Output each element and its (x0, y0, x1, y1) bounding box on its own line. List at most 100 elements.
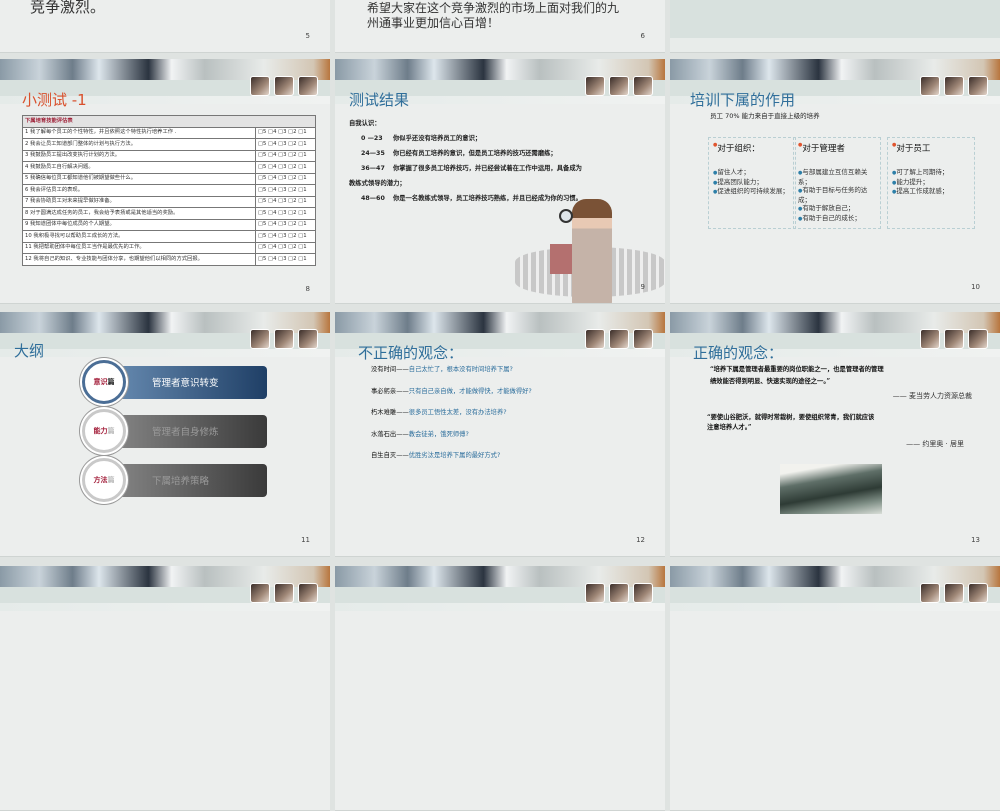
slide-16[interactable] (670, 566, 1000, 811)
score-range: 48—60 (361, 195, 385, 202)
misconception-item: 事必躬亲——只有自己亲自做，才能做得快，才能做得好? (371, 386, 532, 395)
rating-options[interactable]: □5 □4 □3 □2 □1 (255, 172, 316, 185)
quote-1: “培养下属是管理者最重要的岗位职能之一，也是管理者的管理 绩效能否得到明显、快速… (710, 364, 884, 388)
bullet-item: 有助于目标与任务的达成； (798, 186, 876, 204)
question-cell: 3 我鼓励员工提出改变执行计划的方法。 (22, 149, 256, 162)
badge-tag: 方法 (93, 476, 108, 484)
slide-title: 小测试 -1 (22, 91, 87, 109)
rating-options[interactable]: □5 □4 □3 □2 □1 (255, 184, 316, 197)
score-range: 36—47 (361, 165, 385, 172)
result-item: 36—47 你掌握了很多员工培养技巧，并已经尝试着在工作中运用，具备成为 (349, 161, 582, 176)
rating-options[interactable]: □5 □4 □3 □2 □1 (255, 149, 316, 162)
slide-12[interactable]: 不正确的观念： 没有时间——自己太忙了，根本没有时间培养下属? 事必躬亲——只有自… (335, 312, 665, 557)
page-number: 13 (971, 536, 980, 544)
page-number: 10 (971, 283, 980, 291)
slide-11[interactable]: 大纲 管理者意识转变 意识篇 管理者自身修炼 能力篇 下属培养策略 方法篇 11 (0, 312, 330, 557)
outline-badge: 意识篇 (82, 360, 126, 404)
question-cell: 2 我会让员工知道部门整体的计划与执行方法。 (22, 138, 256, 151)
page-number: 12 (636, 536, 645, 544)
table-row: 3 我鼓励员工提出改变执行计划的方法。 □5 □4 □3 □2 □1 (22, 149, 316, 162)
page-number: 9 (640, 283, 645, 291)
slide-6[interactable]: 希望大家在这个竞争激烈的市场上面对我们的九 州通事业更加信心百增！ 6 (335, 0, 665, 53)
misconception-item: 自生自灭——优胜劣汰是培养下属的最好方式? (371, 450, 500, 459)
question-cell: 7 我会协助员工对未来提早做好准备。 (22, 195, 256, 208)
rating-options[interactable]: □5 □4 □3 □2 □1 (255, 253, 316, 266)
red-folder (550, 244, 574, 274)
misconception-text: 很多员工悟性太差，没有办法培养? (408, 409, 507, 416)
bullet-item: 可了解上司期待； (892, 168, 970, 178)
slide-9[interactable]: 测试结果 自我认识： 0 —23 你似乎还没有培养员工的意识； 24—35 你已经有员… (335, 59, 665, 304)
result-item: 教练式领导的潜力； (349, 176, 582, 191)
question-cell: 5 我确信每位员工都知道他们被期望做些什么。 (22, 172, 256, 185)
result-list: 自我认识： 0 —23 你似乎还没有培养员工的意识； 24—35 你已经有员工培养的意… (349, 116, 582, 206)
slide-7[interactable] (670, 0, 1000, 53)
outline-item-3[interactable]: 下属培养策略 (104, 464, 267, 497)
result-text: 你掌握了很多员工培养技巧，并已经尝试着在工作中运用，具备成为 (393, 165, 582, 172)
table-row: 8 对于圆满达成任务的员工，我会给予表扬或是其他适当的奖励。 □5 □4 □3 □… (22, 207, 316, 220)
slide-8[interactable]: 小测试 -1 下属培育技能评估表 1 我了解每个员工的个性特性，并且依照这个特性执… (0, 59, 330, 304)
quote-line: “培养下属是管理者最重要的岗位职能之一，也是管理者的管理 (710, 366, 884, 373)
page-number: 8 (305, 285, 310, 293)
photo-thumbnails (250, 76, 318, 96)
misconception-term: 自生自灭—— (371, 452, 409, 459)
box-heading: 对于管理者 (798, 142, 876, 154)
outline-badge: 方法篇 (82, 458, 126, 502)
misconception-item: 没有时间——自己太忙了，根本没有时间培养下属? (371, 364, 513, 373)
photo-thumbnails (585, 76, 653, 96)
bullet-item: 促进组织的可持续发展； (713, 187, 791, 197)
slide-text: 竞争激烈。 (30, 0, 106, 16)
rating-options[interactable]: □5 □4 □3 □2 □1 (255, 126, 316, 139)
rating-options[interactable]: □5 □4 □3 □2 □1 (255, 195, 316, 208)
rating-options[interactable]: □5 □4 □3 □2 □1 (255, 241, 316, 254)
outline-item-1[interactable]: 管理者意识转变 (104, 366, 267, 399)
photo-thumbnails (920, 329, 988, 349)
question-cell: 6 我会评估员工的表现。 (22, 184, 256, 197)
section-label: 自我认识： (349, 120, 381, 127)
slide-5[interactable]: 竞争激烈。 5 (0, 0, 330, 53)
table-row: 5 我确信每位员工都知道他们被期望做些什么。 □5 □4 □3 □2 □1 (22, 172, 316, 185)
question-cell: 11 我把帮助团体中每位员工当作是最优先的工作。 (22, 241, 256, 254)
outline-item-2[interactable]: 管理者自身修炼 (104, 415, 267, 448)
question-cell: 10 我积极寻找可以帮助员工成长的方法。 (22, 230, 256, 243)
table-row: 10 我积极寻找可以帮助员工成长的方法。 □5 □4 □3 □2 □1 (22, 230, 316, 243)
question-cell: 8 对于圆满达成任务的员工，我会给予表扬或是其他适当的奖励。 (22, 207, 256, 220)
misconception-item: 水落石出——教会徒弟，饿死师傅? (371, 429, 469, 438)
table-row: 9 我知道团体中每位成员的个人期望。 □5 □4 □3 □2 □1 (22, 218, 316, 231)
misconception-text: 只有自己亲自做，才能做得快，才能做得好? (408, 387, 532, 395)
rating-options[interactable]: □5 □4 □3 □2 □1 (255, 218, 316, 231)
misconception-text: 教会徒弟，饿死师傅? (408, 430, 469, 438)
slide-13[interactable]: 正确的观念： “培养下属是管理者最重要的岗位职能之一，也是管理者的管理 绩效能否… (670, 312, 1000, 557)
question-cell: 9 我知道团体中每位成员的个人期望。 (22, 218, 256, 231)
slide-text-line: 希望大家在这个竞争激烈的市场上面对我们的九 (367, 1, 620, 15)
rating-options[interactable]: □5 □4 □3 □2 □1 (255, 230, 316, 243)
score-range: 24—35 (361, 150, 385, 157)
slide-title: 正确的观念： (693, 344, 784, 362)
result-item: 0 —23 你似乎还没有培养员工的意识； (349, 131, 582, 146)
bullet-item: 与部属建立互信互赖关系； (798, 168, 876, 186)
slide-title: 培训下属的作用 (690, 91, 796, 109)
slide-10[interactable]: 培训下属的作用 员工 70% 能力来自于直接上级的培养 对于组织：留住人才；提高… (670, 59, 1000, 304)
outline-badge: 能力篇 (82, 409, 126, 453)
table-row: 2 我会让员工知道部门整体的计划与执行方法。 □5 □4 □3 □2 □1 (22, 138, 316, 151)
result-text: 你似乎还没有培养员工的意识； (393, 135, 482, 142)
bullet-item: 提高团队能力； (713, 178, 791, 188)
slide-14[interactable] (0, 566, 330, 811)
quote-line: 绩效能否得到明显、快速实现的途径之一。” (710, 378, 831, 385)
rating-options[interactable]: □5 □4 □3 □2 □1 (255, 207, 316, 220)
rating-options[interactable]: □5 □4 □3 □2 □1 (255, 161, 316, 174)
question-cell: 12 我将自己的知识、专业技能与团体分享，也期望他们以相同的方式回报。 (22, 253, 256, 266)
decor-band (670, 38, 1000, 52)
misconception-term: 水落石出—— (371, 430, 409, 438)
photo-thumbnails (250, 583, 318, 603)
slide-title: 不正确的观念： (358, 344, 464, 362)
slide-title: 测试结果 (349, 91, 410, 109)
rating-options[interactable]: □5 □4 □3 □2 □1 (255, 138, 316, 151)
bullet-item: 有助于自己的成长； (798, 214, 876, 224)
bullet-item: 留住人才； (713, 168, 791, 178)
page-number: 11 (301, 536, 310, 544)
slide-15[interactable] (335, 566, 665, 811)
table-row: 6 我会评估员工的表现。 □5 □4 □3 □2 □1 (22, 184, 316, 197)
result-item: 48—60 你是一名教练式领导，员工培养技巧熟练，并且已经成为你的习惯。 (349, 191, 582, 206)
misconception-text: 自己太忙了，根本没有时间培养下属? (408, 366, 513, 373)
bullet-item: 提高工作成就感； (892, 187, 970, 197)
